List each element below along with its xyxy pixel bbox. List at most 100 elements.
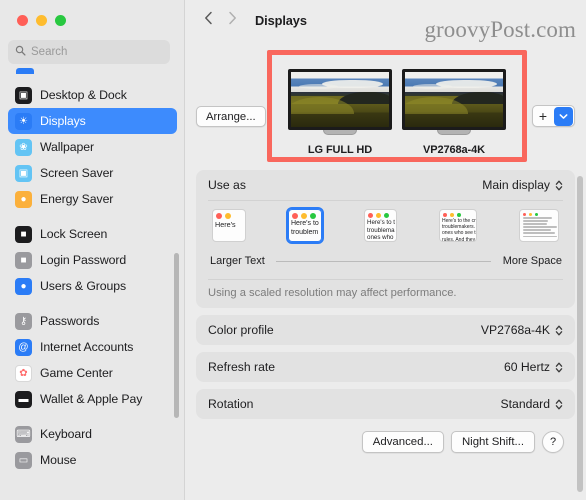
sidebar-item-energy-saver[interactable]: ● Energy Saver: [8, 186, 177, 212]
window-dot: [523, 213, 526, 216]
main-scrollbar[interactable]: [577, 176, 583, 492]
sidebar-scroll-area[interactable]: ▣ Desktop & Dock ☀ Displays ❀ Wallpaper ▣ Scree…: [0, 68, 185, 500]
thumbnail-text-line: Here's to: [289, 220, 321, 229]
monitor-bezel[interactable]: [288, 69, 392, 130]
resolution-picker[interactable]: Here's Here's to troublem Here's to t troubl…: [196, 201, 575, 279]
search-field[interactable]: [8, 40, 170, 64]
resolution-thumbnails: Here's Here's to troublem Here's to t troubl…: [208, 209, 563, 255]
setting-row[interactable]: Rotation Standard: [196, 389, 575, 419]
sidebar-group: ■ Lock Screen ■ Login Password ● Users & Grou…: [0, 221, 185, 308]
use-as-label: Use as: [208, 178, 246, 192]
help-button[interactable]: ?: [542, 431, 564, 453]
sidebar-item-keyboard[interactable]: ⌨ Keyboard: [8, 421, 177, 447]
resolution-option-0[interactable]: Here's: [212, 209, 246, 242]
back-button[interactable]: [197, 9, 219, 31]
sidebar-scrollbar[interactable]: [174, 253, 179, 418]
sidebar-item-displays[interactable]: ☀ Displays: [8, 108, 177, 134]
sidebar-item-wallpaper[interactable]: ❀ Wallpaper: [8, 134, 177, 160]
sidebar-item-label: Lock Screen: [40, 227, 107, 241]
resolution-caption-left: Larger Text: [210, 255, 265, 267]
add-display-button[interactable]: +: [533, 106, 554, 127]
add-display-control[interactable]: +: [532, 105, 576, 127]
sidebar-item-partial-above[interactable]: [16, 68, 34, 74]
displays-icon: ☀: [15, 113, 32, 130]
chevron-down-icon[interactable]: [554, 107, 573, 126]
text-line: [523, 236, 557, 238]
advanced-button[interactable]: Advanced...: [362, 431, 444, 453]
mouse-icon: ▭: [15, 452, 32, 469]
screen-saver-icon: ▣: [15, 165, 32, 182]
window-dot: [443, 213, 447, 217]
settings-rows: Color profile VP2768a-4K Refresh rate 60 He…: [196, 315, 575, 419]
setting-card: Refresh rate 60 Hertz: [196, 352, 575, 382]
display-name-label: VP2768a-4K: [402, 144, 506, 156]
sidebar-item-label: Displays: [40, 114, 86, 128]
resolution-track[interactable]: [276, 261, 491, 262]
window-dots: [440, 210, 476, 218]
sidebar-item-label: Wallpaper: [40, 140, 94, 154]
resolution-option-2[interactable]: Here's to t troublema ones who: [364, 209, 397, 242]
use-as-row[interactable]: Use as Main display: [196, 170, 575, 200]
stepper-icon: [555, 398, 563, 411]
window-dots: [365, 210, 396, 219]
sidebar-item-label: Wallet & Apple Pay: [40, 392, 142, 406]
sidebar-item-screen-saver[interactable]: ▣ Screen Saver: [8, 160, 177, 186]
window-dot: [450, 213, 454, 217]
internet-accounts-icon: @: [15, 339, 32, 356]
resolution-thumbnail[interactable]: Here's to the cr troublemakers. ones who s…: [439, 209, 477, 242]
search-input[interactable]: [31, 46, 161, 58]
setting-row[interactable]: Refresh rate 60 Hertz: [196, 352, 575, 382]
displays-preview-area[interactable]: LG FULL HD VP2768a-4K: [275, 58, 519, 154]
resolution-option-1[interactable]: Here's to troublem: [288, 209, 322, 242]
resolution-thumbnail[interactable]: Here's: [212, 209, 246, 242]
resolution-option-4[interactable]: [519, 209, 559, 242]
sidebar-item-desktop-dock[interactable]: ▣ Desktop & Dock: [8, 82, 177, 108]
sidebar: ▣Desktop & Dock ☀ Displays ❀Wallpaper ▣ Scree…: [0, 0, 185, 500]
desktop-dock-icon: ▣: [15, 87, 32, 104]
system-settings-window: ▣Desktop & Dock ☀ Displays ❀Wallpaper ▣ Scree…: [0, 0, 586, 500]
setting-card: Color profile VP2768a-4K: [196, 315, 575, 345]
sidebar-item-label: Mouse: [40, 453, 76, 467]
resolution-thumbnail[interactable]: Here's to troublem: [288, 209, 322, 242]
arrange-button[interactable]: Arrange...: [196, 106, 266, 127]
sidebar-item-login-password[interactable]: ■ Login Password: [8, 247, 177, 273]
zoom-button[interactable]: [55, 15, 66, 26]
stepper-icon: [555, 179, 563, 192]
window-dots: [213, 210, 245, 220]
setting-popup-button[interactable]: 60 Hertz: [504, 360, 563, 374]
window-dot: [225, 213, 231, 219]
minimize-button[interactable]: [36, 15, 47, 26]
chevron-right-icon: [228, 11, 237, 30]
setting-popup-button[interactable]: Standard: [501, 397, 563, 411]
sidebar-item-game-center[interactable]: ✿ Game Center: [8, 360, 177, 386]
resolution-option-3[interactable]: Here's to the cr troublemakers. ones who s…: [439, 209, 477, 242]
resolution-thumbnail[interactable]: Here's to t troublema ones who: [364, 209, 397, 242]
energy-saver-icon: ●: [15, 191, 32, 208]
resolution-thumbnail[interactable]: [519, 209, 559, 242]
night-shift-button[interactable]: Night Shift...: [451, 431, 535, 453]
monitor-bezel[interactable]: [402, 69, 506, 130]
sidebar-item-label: Screen Saver: [40, 166, 113, 180]
forward-button[interactable]: [221, 9, 243, 31]
use-as-popup[interactable]: Main display: [482, 178, 563, 192]
keyboard-icon: ⌨: [15, 426, 32, 443]
window-dot: [535, 213, 538, 216]
sidebar-item-lock-screen[interactable]: ■ Lock Screen: [8, 221, 177, 247]
sidebar-item-users-groups[interactable]: ● Users & Groups: [8, 273, 177, 299]
setting-row[interactable]: Color profile VP2768a-4K: [196, 315, 575, 345]
sidebar-item-internet-accounts[interactable]: @ Internet Accounts: [8, 334, 177, 360]
sidebar-item-mouse[interactable]: ▭ Mouse: [8, 447, 177, 473]
close-button[interactable]: [17, 15, 28, 26]
search-icon: [15, 43, 26, 61]
sidebar-item-passwords[interactable]: ⚷ Passwords: [8, 308, 177, 334]
display-preview[interactable]: LG FULL HD: [288, 69, 392, 154]
text-line: [523, 229, 551, 231]
sidebar-item-label: Game Center: [40, 366, 113, 380]
setting-popup-button[interactable]: VP2768a-4K: [481, 323, 563, 337]
wallpaper-thumbnail: [291, 72, 389, 127]
thumbnail-text-line: troublema: [365, 227, 396, 235]
sidebar-item-wallet-apple-pay[interactable]: ▬ Wallet & Apple Pay: [8, 386, 177, 412]
sidebar-item-label: Keyboard: [40, 427, 92, 441]
display-preview[interactable]: VP2768a-4K: [402, 69, 506, 154]
window-dot: [376, 213, 381, 218]
